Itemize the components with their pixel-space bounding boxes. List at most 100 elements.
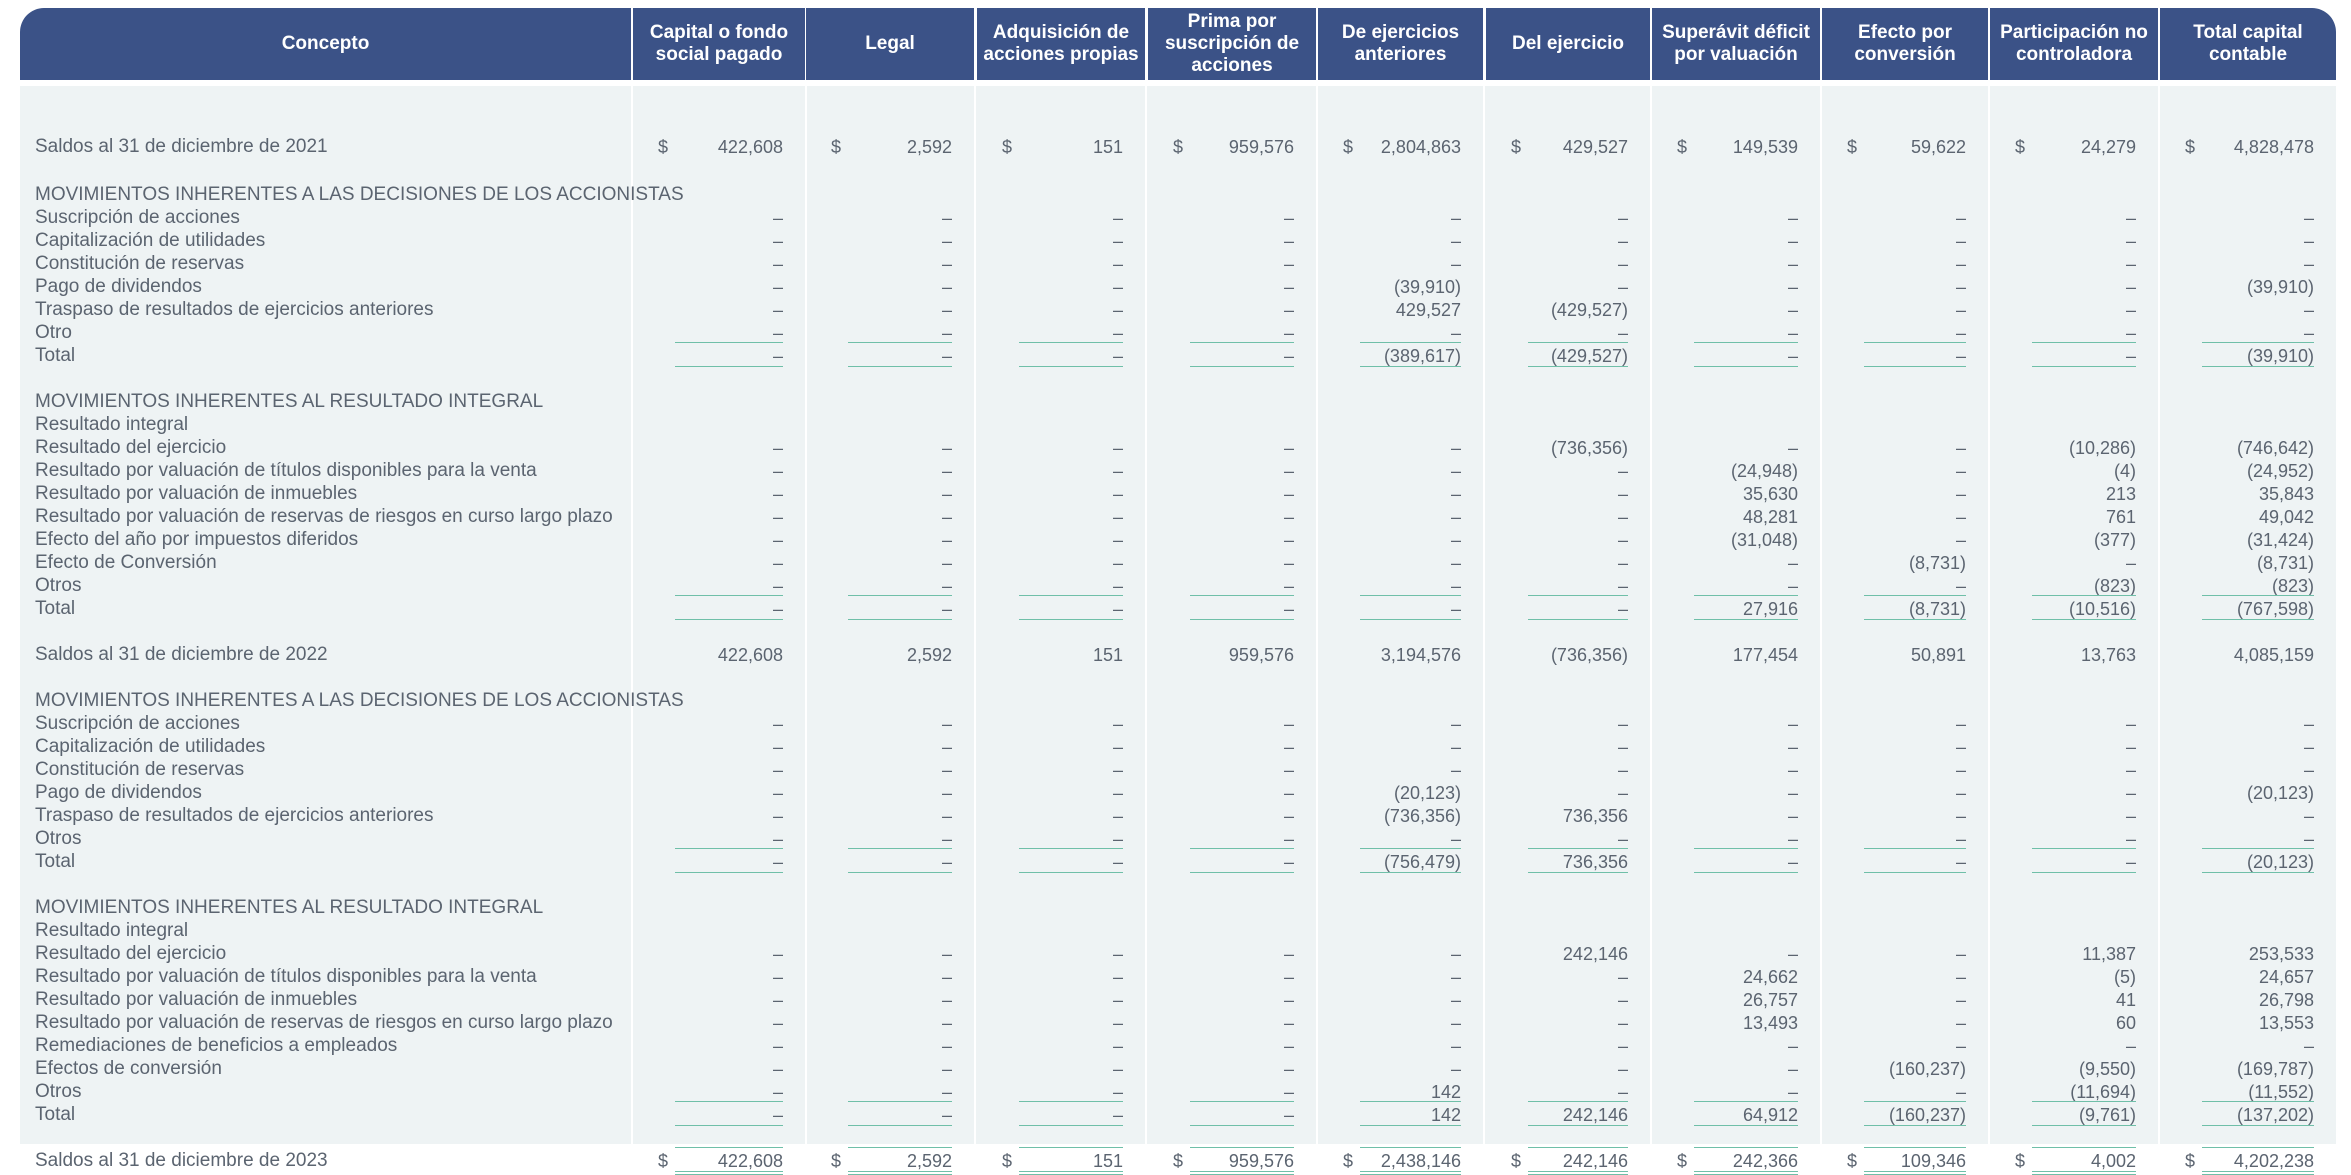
table-cell: – (772, 484, 783, 504)
table-cell: – (1450, 599, 1461, 619)
table-cell: 35,630 (1742, 484, 1798, 504)
table-cell: – (772, 346, 783, 366)
total-rule (1190, 366, 1294, 367)
table-cell: – (941, 254, 952, 274)
table-cell: – (1787, 783, 1798, 803)
table-cell: – (1283, 714, 1294, 734)
subtotal-rule (1694, 595, 1798, 596)
table-cell: – (1617, 1082, 1628, 1102)
row-label: Resultado por valuación de reservas de r… (35, 506, 613, 527)
table-cell: – (1112, 852, 1123, 872)
table-cell: – (1955, 346, 1966, 366)
table-cell: – (1955, 254, 1966, 274)
header-col-7: Superávit déficit por valuación (1652, 8, 1820, 80)
subtotal-rule (2202, 1147, 2314, 1148)
table-cell: – (2303, 714, 2314, 734)
total-rule (1190, 619, 1294, 620)
table-cell: – (1450, 254, 1461, 274)
table-cell: – (1450, 576, 1461, 596)
subtotal-rule (2202, 595, 2314, 596)
table-cell: – (1450, 323, 1461, 343)
table-cell: 4,002 (2090, 1151, 2136, 1171)
table-cell: – (772, 967, 783, 987)
table-cell: 959,576 (1228, 1151, 1294, 1171)
table-cell: – (1112, 990, 1123, 1010)
table-cell: – (1617, 1059, 1628, 1079)
subtotal-rule (1190, 342, 1294, 343)
table-cell: – (1617, 553, 1628, 573)
currency-symbol: $ (1511, 1151, 1522, 1171)
subtotal-rule (2202, 848, 2314, 849)
row-label: Remediaciones de beneficios a empleados (35, 1035, 398, 1056)
equity-statement-table: Concepto Capital o fondo social pagado Leg… (20, 8, 2336, 1175)
total-rule (2202, 872, 2314, 873)
row-label: Resultado integral (35, 920, 189, 941)
total-rule (2032, 1171, 2136, 1172)
row-label: Resultado por valuación de títulos dispo… (35, 460, 537, 481)
table-cell: 24,662 (1742, 967, 1798, 987)
table-cell: – (941, 484, 952, 504)
table-cell: – (1283, 737, 1294, 757)
table-cell: 177,454 (1732, 645, 1798, 665)
table-cell: 2,592 (906, 1151, 952, 1171)
subtotal-rule (675, 1101, 783, 1102)
row-label: Resultado por valuación de inmuebles (35, 483, 358, 504)
column-separator (1145, 86, 1147, 1144)
subtotal-rule (1694, 342, 1798, 343)
row-label: Total (35, 851, 76, 872)
total-rule (1528, 1171, 1628, 1172)
table-cell: – (1450, 990, 1461, 1010)
currency-symbol: $ (1677, 1151, 1688, 1171)
total-rule (1019, 1171, 1123, 1172)
table-cell: (746,642) (2236, 438, 2314, 458)
table-cell: – (1955, 576, 1966, 596)
row-label: Resultado por valuación de inmuebles (35, 989, 358, 1010)
table-cell: – (1617, 208, 1628, 228)
table-cell: – (1955, 1082, 1966, 1102)
table-cell: – (772, 208, 783, 228)
table-cell: – (941, 806, 952, 826)
table-cell: – (1955, 438, 1966, 458)
table-cell: – (1617, 576, 1628, 596)
table-cell: 736,356 (1562, 852, 1628, 872)
table-cell: – (1283, 829, 1294, 849)
table-cell: – (2303, 829, 2314, 849)
row-label: Suscripción de acciones (35, 207, 240, 228)
table-cell: – (1450, 967, 1461, 987)
table-cell: – (1450, 1036, 1461, 1056)
table-cell: – (1955, 277, 1966, 297)
row-label: Resultado integral (35, 414, 189, 435)
table-cell: – (1283, 208, 1294, 228)
table-cell: – (1283, 530, 1294, 550)
row-label: Efecto de Conversión (35, 552, 217, 573)
total-rule (1864, 1125, 1966, 1126)
row-label: Constitución de reservas (35, 759, 245, 780)
table-cell: – (1617, 530, 1628, 550)
table-cell: – (941, 553, 952, 573)
table-cell: – (2125, 277, 2136, 297)
table-cell: – (1112, 944, 1123, 964)
subtotal-rule (1528, 595, 1628, 596)
table-cell: – (941, 599, 952, 619)
table-cell: – (1617, 783, 1628, 803)
table-cell: – (1617, 714, 1628, 734)
table-cell: – (941, 1059, 952, 1079)
table-cell: – (772, 438, 783, 458)
subtotal-rule (848, 342, 952, 343)
table-cell: – (1955, 461, 1966, 481)
table-cell: – (1787, 760, 1798, 780)
table-cell: – (2125, 231, 2136, 251)
row-label: Otros (35, 575, 82, 596)
total-rule (1360, 366, 1461, 367)
table-cell: (20,123) (2246, 783, 2314, 803)
table-cell: – (1283, 277, 1294, 297)
row-label: Otros (35, 1081, 82, 1102)
table-cell: – (772, 783, 783, 803)
table-cell: (137,202) (2236, 1105, 2314, 1125)
table-cell: – (1955, 990, 1966, 1010)
total-rule (675, 366, 783, 367)
total-rule (2202, 366, 2314, 367)
table-cell: – (1787, 852, 1798, 872)
table-cell: – (1112, 1059, 1123, 1079)
table-cell: – (1955, 1013, 1966, 1033)
